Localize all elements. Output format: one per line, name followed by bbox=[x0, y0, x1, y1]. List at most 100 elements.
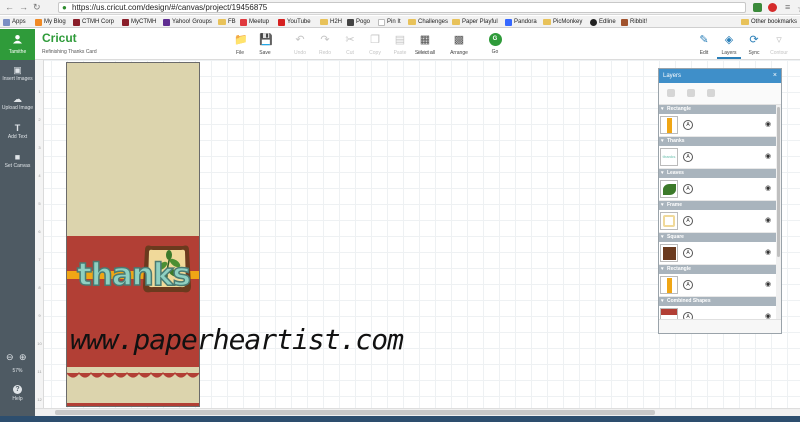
file-button[interactable]: 📁 File bbox=[227, 32, 253, 58]
paste-button[interactable]: ▤ Paste bbox=[387, 32, 413, 58]
layer-row[interactable]: thanks A ◉ bbox=[659, 146, 776, 169]
collapse-icon[interactable]: ▾ bbox=[661, 137, 664, 146]
layer-group-header[interactable]: ▾ Square bbox=[659, 233, 776, 242]
close-icon[interactable]: × bbox=[773, 69, 777, 83]
thumbnail-shape bbox=[667, 278, 672, 293]
cut-type-icon[interactable]: A bbox=[683, 120, 693, 130]
cut-type-icon[interactable]: A bbox=[683, 152, 693, 162]
bookmark-my-blog[interactable]: My Blog bbox=[35, 16, 66, 28]
select-all-button[interactable]: ▦ Select all bbox=[412, 32, 438, 58]
layer-group-header[interactable]: ▾ Frame bbox=[659, 201, 776, 210]
bookmark-pandora[interactable]: Pandora bbox=[505, 16, 537, 28]
redo-icon: ↷ bbox=[320, 34, 330, 46]
redo-button[interactable]: ↷ Redo bbox=[312, 32, 338, 58]
upload-image-button[interactable]: ☁ Upload Image bbox=[0, 95, 35, 111]
collapse-icon[interactable]: ▾ bbox=[661, 233, 664, 242]
visibility-eye-icon[interactable]: ◉ bbox=[765, 248, 771, 258]
bookmark-edline[interactable]: Edline bbox=[590, 16, 616, 28]
bookmark-paper-playful[interactable]: Paper Playful bbox=[452, 16, 498, 28]
duplicate-icon[interactable] bbox=[707, 89, 715, 97]
thumbnail-shape bbox=[667, 118, 672, 133]
layer-row[interactable]: A ◉ bbox=[659, 210, 776, 233]
bookmark-pin-it[interactable]: Pin It bbox=[378, 16, 401, 28]
bookmark-yahoo-groups[interactable]: Yahoo! Groups bbox=[163, 16, 212, 28]
go-button[interactable]: G Go bbox=[482, 32, 508, 58]
pandora-icon bbox=[505, 18, 512, 26]
copy-button[interactable]: ❐ Copy bbox=[362, 32, 388, 58]
ungroup-icon[interactable] bbox=[687, 89, 695, 97]
edline-icon bbox=[590, 18, 597, 26]
visibility-eye-icon[interactable]: ◉ bbox=[765, 216, 771, 226]
bookmark-h2h[interactable]: H2H bbox=[320, 16, 342, 28]
visibility-eye-icon[interactable]: ◉ bbox=[765, 184, 771, 194]
collapse-icon[interactable]: ▾ bbox=[661, 169, 664, 178]
layer-group-header[interactable]: ▾ Leaves bbox=[659, 169, 776, 178]
back-icon[interactable]: ← bbox=[5, 2, 14, 13]
collapse-icon[interactable]: ▾ bbox=[661, 105, 664, 114]
cut-type-icon[interactable]: A bbox=[683, 184, 693, 194]
cut-button[interactable]: ✂ Cut bbox=[337, 32, 363, 58]
collapse-icon[interactable]: ▾ bbox=[661, 297, 664, 306]
bookmark-other[interactable]: Other bookmarks bbox=[741, 16, 797, 28]
horizontal-scrollbar[interactable] bbox=[35, 408, 800, 416]
layer-group-header[interactable]: ▾ Combined Shapes bbox=[659, 297, 776, 306]
url-field[interactable]: ● https://us.cricut.com/design/#/canvas/… bbox=[58, 2, 800, 15]
contour-icon: ▿ bbox=[776, 34, 782, 46]
bookmark-apps[interactable]: Apps bbox=[3, 16, 26, 28]
pinterest-icon[interactable] bbox=[768, 3, 777, 12]
visibility-eye-icon[interactable]: ◉ bbox=[765, 152, 771, 162]
visibility-eye-icon[interactable]: ◉ bbox=[765, 280, 771, 290]
add-text-button[interactable]: T Add Text bbox=[0, 124, 35, 140]
scroll-thumb[interactable] bbox=[777, 107, 780, 257]
edit-tab[interactable]: ✎ Edit bbox=[691, 32, 717, 58]
collapse-icon[interactable]: ▾ bbox=[661, 265, 664, 274]
undo-button[interactable]: ↶ Undo bbox=[287, 32, 313, 58]
insert-images-button[interactable]: ▣ Insert Images bbox=[0, 66, 35, 82]
set-canvas-button[interactable]: ■ Set Canvas bbox=[0, 153, 35, 169]
zoom-out-icon[interactable]: ⊖ bbox=[6, 353, 14, 362]
layer-row[interactable]: A ◉ bbox=[659, 274, 776, 297]
bookmark-ctmh-corp[interactable]: CTMH Corp bbox=[73, 16, 114, 28]
bookmark-youtube[interactable]: YouTube bbox=[278, 16, 311, 28]
scalloped-border[interactable] bbox=[67, 367, 199, 403]
reload-icon[interactable]: ↻ bbox=[33, 2, 41, 13]
undo-icon: ↶ bbox=[295, 34, 305, 46]
sync-tab[interactable]: ⟳ Sync bbox=[741, 32, 767, 58]
layers-tab[interactable]: ◈ Layers bbox=[716, 32, 742, 58]
collapse-icon[interactable]: ▾ bbox=[661, 201, 664, 210]
cut-type-icon[interactable]: A bbox=[683, 248, 693, 258]
bookmark-fb[interactable]: FB bbox=[218, 16, 236, 28]
bookmark-meetup[interactable]: Meetup bbox=[240, 16, 269, 28]
cut-type-icon[interactable]: A bbox=[683, 280, 693, 290]
thumbnail-shape bbox=[663, 184, 676, 195]
group-icon[interactable] bbox=[667, 89, 675, 97]
scroll-thumb[interactable] bbox=[55, 410, 655, 415]
layer-group-header[interactable]: ▾ Rectangle bbox=[659, 105, 776, 114]
menu-icon[interactable]: ≡ bbox=[785, 2, 790, 13]
layers-scrollbar[interactable] bbox=[776, 105, 781, 333]
visibility-eye-icon[interactable]: ◉ bbox=[765, 120, 771, 130]
thanks-text[interactable]: thanks bbox=[76, 255, 191, 295]
ruler-tick: 2 bbox=[38, 117, 41, 122]
layer-group-header[interactable]: ▾ Thanks bbox=[659, 137, 776, 146]
extension-icon[interactable] bbox=[753, 3, 762, 12]
blog-icon bbox=[35, 18, 42, 26]
layer-row[interactable]: A ◉ bbox=[659, 114, 776, 137]
save-button[interactable]: 💾 Save bbox=[252, 32, 278, 58]
bookmark-picmonkey[interactable]: PicMonkey bbox=[543, 16, 582, 28]
layer-row[interactable]: A ◉ bbox=[659, 242, 776, 265]
user-menu[interactable]: Tamithe bbox=[0, 29, 35, 60]
bookmark-myctmh[interactable]: MyCTMH bbox=[122, 16, 156, 28]
help-icon[interactable]: ? bbox=[13, 385, 22, 394]
bookmark-pogo[interactable]: Pogo bbox=[347, 16, 370, 28]
bookmark-challenges[interactable]: Challenges bbox=[408, 16, 448, 28]
layer-row[interactable]: A ◉ bbox=[659, 178, 776, 201]
contour-tab[interactable]: ▿ Contour bbox=[766, 32, 792, 58]
user-icon bbox=[13, 34, 22, 44]
bookmark-ribbit[interactable]: Ribbit! bbox=[621, 16, 647, 28]
forward-icon[interactable]: → bbox=[19, 2, 28, 13]
arrange-button[interactable]: ▩ Arrange bbox=[446, 32, 472, 58]
cut-type-icon[interactable]: A bbox=[683, 216, 693, 226]
layer-group-header[interactable]: ▾ Rectangle bbox=[659, 265, 776, 274]
zoom-in-icon[interactable]: ⊕ bbox=[19, 353, 27, 362]
